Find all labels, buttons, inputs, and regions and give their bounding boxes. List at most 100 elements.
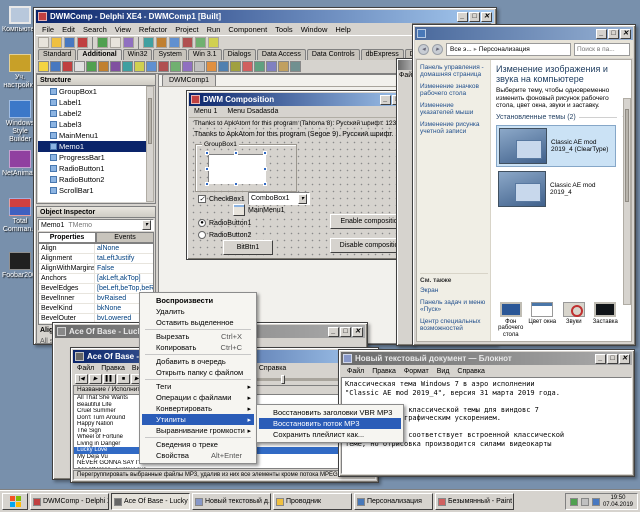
property-row[interactable]: BevelKindbkNone bbox=[39, 304, 153, 314]
menu-edit[interactable]: Правка bbox=[101, 365, 125, 372]
maximize-button[interactable] bbox=[469, 12, 480, 22]
palette-component-icon[interactable] bbox=[134, 61, 145, 72]
notepad-titlebar[interactable]: Новый текстовый документ — Блокнот bbox=[341, 352, 632, 365]
menu-item-rebuild-mp3-stream[interactable]: Восстановить поток MP3 bbox=[259, 418, 401, 429]
tree-node-radiobutton1[interactable]: RadioButton1 bbox=[38, 163, 146, 174]
menu-item-fix-vbr-header[interactable]: Восстановить заголовки VBR MP3 bbox=[259, 407, 401, 418]
palette-component-icon[interactable] bbox=[242, 61, 253, 72]
menu-item-track-info[interactable]: Сведения о треке bbox=[142, 439, 254, 450]
toolbar-icon[interactable] bbox=[156, 37, 167, 48]
palette-component-icon[interactable] bbox=[74, 61, 85, 72]
menu-item-add-to-queue[interactable]: Добавить в очередь bbox=[142, 356, 254, 367]
palette-component-icon[interactable] bbox=[38, 61, 49, 72]
breadcrumb-root[interactable]: Все э... bbox=[450, 46, 472, 53]
save-icon[interactable] bbox=[64, 37, 75, 48]
menu-search[interactable]: Search bbox=[79, 25, 111, 34]
menu-window[interactable]: Window bbox=[297, 25, 332, 34]
palette-component-icon[interactable] bbox=[230, 61, 241, 72]
stop-button[interactable]: ■ bbox=[117, 374, 130, 384]
palette-component-icon[interactable] bbox=[254, 61, 265, 72]
selection-handle[interactable] bbox=[263, 167, 267, 171]
menu-item-replaygain[interactable]: Выравнивание громкости bbox=[142, 425, 254, 436]
minimize-button[interactable] bbox=[596, 29, 607, 39]
palette-component-icon[interactable] bbox=[218, 61, 229, 72]
palette-component-icon[interactable] bbox=[146, 61, 157, 72]
screensaver-item[interactable]: Заставка bbox=[590, 302, 622, 339]
selection-handle[interactable] bbox=[205, 151, 209, 155]
save-all-icon[interactable] bbox=[77, 37, 88, 48]
step-icon[interactable] bbox=[123, 37, 134, 48]
palette-tab-system[interactable]: System bbox=[153, 49, 186, 60]
form-titlebar[interactable]: DWM Composition bbox=[189, 93, 417, 106]
form-memo1[interactable] bbox=[208, 154, 266, 184]
network-icon[interactable] bbox=[570, 498, 578, 506]
palette-tab-win32[interactable]: Win32 bbox=[123, 49, 153, 60]
tab-properties[interactable]: Properties bbox=[38, 232, 96, 243]
tree-node-label3[interactable]: Label3 bbox=[38, 119, 146, 130]
toolbar-icon[interactable] bbox=[208, 37, 219, 48]
sidebar-item-desktop-icons[interactable]: Изменение значков рабочего стола bbox=[420, 83, 487, 97]
background-window-titlebar[interactable] bbox=[398, 60, 412, 70]
form-label-segoe[interactable]: Thanks to ApkAtom for this program (Sego… bbox=[194, 131, 418, 138]
menu-item-properties[interactable]: СвойстваAlt+Enter bbox=[142, 450, 254, 461]
menu-item-save-playlist[interactable]: Сохранить плейлист как... bbox=[259, 429, 401, 440]
menu-help[interactable]: Справка bbox=[259, 365, 286, 372]
selection-handle[interactable] bbox=[205, 167, 209, 171]
palette-component-icon[interactable] bbox=[98, 61, 109, 72]
see-also-display[interactable]: Экран bbox=[420, 287, 488, 294]
palette-tab-dialogs[interactable]: Dialogs bbox=[223, 49, 256, 60]
menu-file[interactable]: Файл bbox=[343, 368, 368, 375]
menu-item-cut[interactable]: ВырезатьCtrl+X bbox=[142, 331, 254, 342]
tree-node-mainmenu1[interactable]: MainMenu1 bbox=[38, 130, 146, 141]
menu-refactor[interactable]: Refactor bbox=[135, 25, 171, 34]
palette-component-icon[interactable] bbox=[206, 61, 217, 72]
taskbar-button-personalization[interactable]: Персонализация bbox=[354, 493, 433, 510]
back-button[interactable] bbox=[418, 44, 429, 55]
menu-view[interactable]: Вид bbox=[433, 368, 454, 375]
form-radiobutton1[interactable]: RadioButton1 bbox=[198, 219, 251, 227]
explorer-titlebar[interactable] bbox=[415, 27, 633, 40]
taskbar-button-notepad[interactable]: Новый текстовый д... bbox=[192, 493, 271, 510]
pause-button[interactable]: ▌▌ bbox=[103, 374, 116, 384]
menu-edit[interactable]: Правка bbox=[368, 368, 400, 375]
scrollbar[interactable] bbox=[146, 86, 154, 202]
tree-node-scrollbar1[interactable]: ScrollBar1 bbox=[38, 185, 146, 196]
palette-component-icon[interactable] bbox=[110, 61, 121, 72]
minimize-button[interactable] bbox=[328, 327, 339, 337]
palette-component-icon[interactable] bbox=[182, 61, 193, 72]
window-color-item[interactable]: Цвет окна bbox=[527, 302, 559, 339]
theme-item[interactable]: Classic AE mod 2019_4 bbox=[496, 169, 616, 209]
theme-item-cleartype[interactable]: Classic AE mod 2019_4 (ClearType) bbox=[496, 125, 616, 167]
tab-events[interactable]: Events bbox=[96, 232, 154, 243]
tree-node-label1[interactable]: Label1 bbox=[38, 97, 146, 108]
toolbar-icon[interactable] bbox=[169, 37, 180, 48]
clock[interactable]: 19:50 07.04.2019 bbox=[603, 495, 633, 508]
selection-handle[interactable] bbox=[205, 182, 209, 186]
previous-button[interactable]: |◀ bbox=[75, 374, 88, 384]
palette-component-icon[interactable] bbox=[122, 61, 133, 72]
menu-file[interactable]: File bbox=[38, 25, 58, 34]
breadcrumb[interactable]: Все э... Персонализация bbox=[446, 43, 571, 56]
palette-component-icon[interactable] bbox=[158, 61, 169, 72]
see-also-ease-of-access[interactable]: Центр специальных возможностей bbox=[420, 318, 488, 332]
maximize-button[interactable] bbox=[607, 354, 618, 364]
menu-view[interactable]: View bbox=[111, 25, 135, 34]
palette-component-icon[interactable] bbox=[194, 61, 205, 72]
taskbar-button-paint[interactable]: Безымянный - Paint bbox=[435, 493, 514, 510]
sounds-item[interactable]: Звуки bbox=[558, 302, 590, 339]
minimize-button[interactable] bbox=[457, 12, 468, 22]
palette-component-icon[interactable] bbox=[62, 61, 73, 72]
palette-tab-additional[interactable]: Additional bbox=[77, 49, 121, 60]
close-button[interactable] bbox=[352, 327, 363, 337]
selection-handle[interactable] bbox=[234, 151, 238, 155]
tab-dwmcomp1[interactable]: DWMComp1 bbox=[162, 74, 216, 86]
volume-icon[interactable] bbox=[581, 498, 589, 506]
close-button[interactable] bbox=[481, 12, 492, 22]
taskbar-button-delphi[interactable]: DWMComp - Delphi X... bbox=[30, 493, 109, 510]
palette-component-icon[interactable] bbox=[50, 61, 61, 72]
minimize-button[interactable] bbox=[380, 95, 391, 105]
palette-component-icon[interactable] bbox=[266, 61, 277, 72]
menu-item-copy[interactable]: КопироватьCtrl+C bbox=[142, 342, 254, 353]
minimize-button[interactable] bbox=[595, 354, 606, 364]
tree-node-memo1[interactable]: Memo1 bbox=[38, 141, 146, 152]
